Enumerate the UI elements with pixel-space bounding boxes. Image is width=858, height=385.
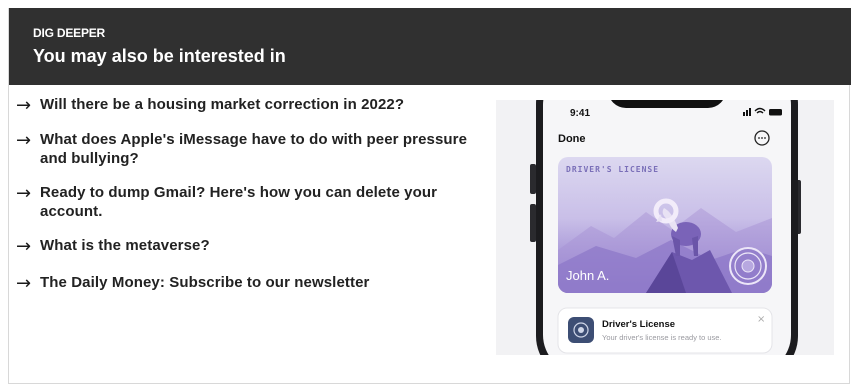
done-button[interactable]: Done: [558, 133, 586, 145]
related-link-text[interactable]: What does Apple's iMessage have to do wi…: [40, 131, 486, 168]
article-thumbnail[interactable]: 9:41 Done DRIVER'S LICENSE John A. Drive…: [496, 100, 834, 355]
arrow-right-icon: →: [16, 130, 32, 151]
related-link-text[interactable]: What is the metaverse?: [40, 237, 210, 256]
related-link-text[interactable]: Will there be a housing market correctio…: [40, 96, 404, 115]
phone-illustration: 9:41 Done DRIVER'S LICENSE John A. Drive…: [496, 100, 834, 355]
arrow-right-icon: →: [16, 273, 32, 294]
close-icon[interactable]: ×: [757, 314, 765, 325]
state-seal-icon: [729, 247, 767, 285]
related-link[interactable]: → The Daily Money: Subscribe to our news…: [16, 274, 486, 293]
arrow-right-icon: →: [16, 183, 32, 204]
related-link[interactable]: → Ready to dump Gmail? Here's how you ca…: [16, 184, 486, 221]
battery-icon: [769, 109, 782, 116]
notification-body: Your driver's license is ready to use.: [602, 333, 722, 342]
related-link[interactable]: → What does Apple's iMessage have to do …: [16, 131, 486, 168]
arrow-right-icon: →: [16, 95, 32, 116]
related-link-text[interactable]: The Daily Money: Subscribe to our newsle…: [40, 274, 369, 293]
module-title: You may also be interested in: [33, 46, 286, 66]
module-header: DIG DEEPER You may also be interested in: [9, 8, 851, 85]
notification-title: Driver's License: [602, 319, 675, 330]
related-link-text[interactable]: Ready to dump Gmail? Here's how you can …: [40, 184, 486, 221]
related-link[interactable]: → What is the metaverse?: [16, 237, 486, 256]
notification-banner[interactable]: Driver's License Your driver's license i…: [557, 307, 773, 354]
status-time: 9:41: [570, 108, 590, 119]
module-eyebrow: DIG DEEPER: [33, 26, 106, 40]
related-link[interactable]: → Will there be a housing market correct…: [16, 96, 486, 115]
card-holder-name: John A.: [566, 268, 609, 283]
related-links-list: → Will there be a housing market correct…: [16, 96, 486, 309]
arrow-right-icon: →: [16, 236, 32, 257]
card-label: DRIVER'S LICENSE: [566, 165, 659, 174]
license-card[interactable]: DRIVER'S LICENSE John A.: [558, 157, 772, 293]
